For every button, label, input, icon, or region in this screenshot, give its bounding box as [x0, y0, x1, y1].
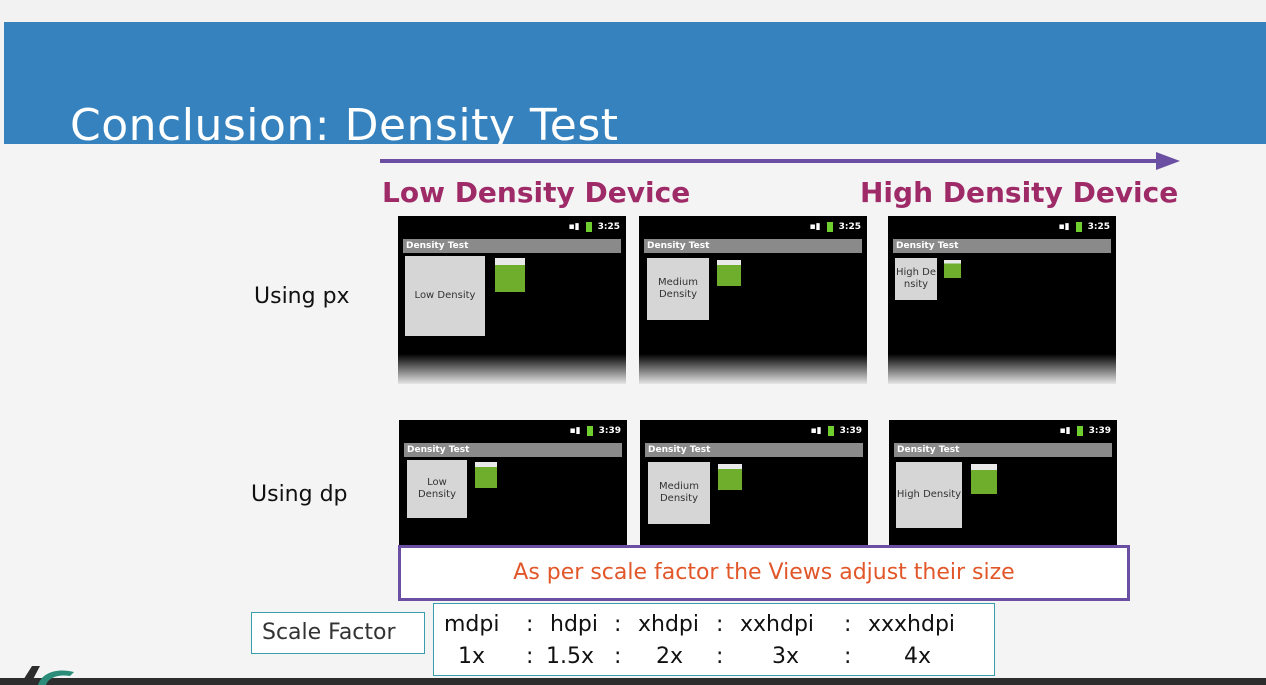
px-high-screenshot: ▪▮ 3:25 Density Test High Density — [888, 216, 1116, 384]
status-time: 3:39 — [1088, 426, 1111, 436]
density-xxxhdpi: xxxhdpi — [868, 612, 956, 637]
density-box: Medium Density — [647, 258, 709, 320]
slide-header: Conclusion: Density Test — [4, 22, 1266, 151]
separator: : — [526, 612, 534, 637]
footer-bar — [0, 678, 1266, 685]
scale-factor-table: mdpi : hdpi : xhdpi : xxhdpi : xxxhdpi 1… — [433, 603, 995, 676]
px-medium-screenshot: ▪▮ 3:25 Density Test Medium Density — [639, 216, 867, 384]
density-xhdpi: xhdpi — [638, 612, 700, 637]
app-title-bar: Density Test — [403, 239, 621, 253]
signal-icon: ▪▮ — [569, 426, 581, 436]
separator: : — [716, 644, 724, 669]
separator: : — [526, 644, 534, 669]
battery-icon — [1076, 426, 1083, 436]
status-bar: ▪▮ 3:39 — [570, 426, 621, 436]
status-bar: ▪▮ 3:39 — [1060, 426, 1111, 436]
density-box: Medium Density — [648, 462, 710, 524]
battery-icon — [826, 222, 833, 232]
android-image — [718, 464, 742, 490]
app-title-bar: Density Test — [894, 443, 1112, 457]
density-arrow — [380, 152, 1180, 170]
android-image — [475, 462, 497, 488]
density-box: Low Density — [407, 460, 467, 518]
signal-icon: ▪▮ — [810, 426, 822, 436]
status-time: 3:25 — [1087, 222, 1110, 232]
app-title-bar: Density Test — [645, 443, 863, 457]
screen-fade — [639, 354, 867, 384]
status-bar: ▪▮ 3:25 — [1059, 222, 1110, 232]
status-time: 3:39 — [598, 426, 621, 436]
high-density-label: High Density Device — [860, 176, 1179, 209]
status-bar: ▪▮ 3:39 — [811, 426, 862, 436]
factor-2x: 2x — [656, 644, 684, 669]
signal-icon: ▪▮ — [568, 222, 580, 232]
status-bar: ▪▮ 3:25 — [810, 222, 861, 232]
low-density-label: Low Density Device — [382, 176, 691, 209]
android-image — [495, 258, 525, 292]
density-mdpi: mdpi — [444, 612, 500, 637]
status-time: 3:39 — [839, 426, 862, 436]
separator: : — [614, 644, 622, 669]
signal-icon: ▪▮ — [1058, 222, 1070, 232]
row-label-dp: Using dp — [251, 482, 348, 507]
signal-icon: ▪▮ — [809, 222, 821, 232]
battery-icon — [1075, 222, 1082, 232]
android-image — [717, 260, 741, 286]
scale-factor-label: Scale Factor — [251, 612, 425, 654]
density-xxhdpi: xxhdpi — [740, 612, 815, 637]
density-box: High Density — [895, 258, 937, 300]
android-image — [944, 260, 961, 278]
px-low-screenshot: ▪▮ 3:25 Density Test Low Density — [398, 216, 626, 384]
status-bar: ▪▮ 3:25 — [569, 222, 620, 232]
battery-icon — [827, 426, 834, 436]
battery-icon — [585, 222, 592, 232]
android-image — [971, 464, 997, 494]
separator: : — [844, 612, 852, 637]
factor-3x: 3x — [772, 644, 800, 669]
factor-4x: 4x — [904, 644, 932, 669]
screen-fade — [888, 354, 1116, 384]
app-title-bar: Density Test — [404, 443, 622, 457]
signal-icon: ▪▮ — [1059, 426, 1071, 436]
app-title-bar: Density Test — [644, 239, 862, 253]
factor-1-5x: 1.5x — [546, 644, 595, 669]
row-label-px: Using px — [254, 284, 350, 309]
separator: : — [614, 612, 622, 637]
app-title-bar: Density Test — [893, 239, 1111, 253]
factor-1x: 1x — [458, 644, 486, 669]
separator: : — [716, 612, 724, 637]
density-hdpi: hdpi — [550, 612, 598, 637]
separator: : — [844, 644, 852, 669]
screen-fade — [398, 354, 626, 384]
callout-box: As per scale factor the Views adjust the… — [398, 545, 1130, 601]
status-time: 3:25 — [597, 222, 620, 232]
battery-icon — [586, 426, 593, 436]
brand-logo-icon — [20, 666, 74, 685]
density-box: Low Density — [405, 256, 485, 336]
status-time: 3:25 — [838, 222, 861, 232]
density-box: High Density — [896, 462, 962, 528]
